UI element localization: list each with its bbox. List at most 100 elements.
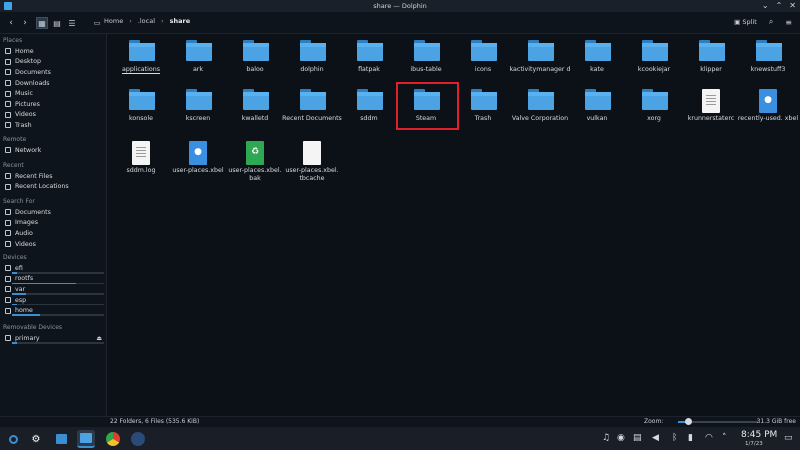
sidebar-item-images[interactable]: Images — [0, 218, 106, 229]
file-item-user-places-xbel-tbcache[interactable]: user-places.xbel. tbcache — [280, 141, 344, 187]
clock-date[interactable]: 1/7/23 — [745, 441, 763, 447]
search-icon[interactable]: ⌕ — [769, 17, 773, 27]
steam-tray-icon[interactable]: ◉ — [617, 433, 625, 443]
file-item-sddm-log[interactable]: sddm.log — [109, 141, 173, 187]
folder-up-icon[interactable]: ▭ — [92, 16, 102, 30]
file-name-label: ibus-table — [394, 66, 458, 74]
sidebar-item-videos[interactable]: Videos — [0, 110, 106, 121]
sidebar-item-documents[interactable]: Documents — [0, 67, 106, 78]
zoom-label: Zoom: — [644, 418, 664, 425]
file-name-label: knewstuff3 — [736, 66, 800, 74]
folder-item-klipper[interactable]: klipper — [679, 40, 743, 86]
folder-item-knewstuff3[interactable]: knewstuff3 — [736, 40, 800, 86]
sidebar-item-audio[interactable]: Audio — [0, 228, 106, 239]
sidebar-item-rootfs[interactable]: rootfs — [0, 274, 106, 285]
folder-item-flatpak[interactable]: flatpak — [337, 40, 401, 86]
file-item-krunnerstaterc[interactable]: krunnerstaterc — [679, 89, 743, 135]
sidebar-item-desktop[interactable]: Desktop — [0, 57, 106, 68]
file-name-text: Valve Corporation — [511, 115, 569, 122]
folder-item-sddm[interactable]: sddm — [337, 89, 401, 135]
folder-item-dolphin[interactable]: dolphin — [280, 40, 344, 86]
maximize-button[interactable]: ⌃ — [776, 1, 783, 10]
sidebar-item-documents[interactable]: Documents — [0, 207, 106, 218]
zoom-slider[interactable] — [678, 418, 758, 425]
sidebar-item-pictures[interactable]: Pictures — [0, 99, 106, 110]
folder-item-trash[interactable]: Trash — [451, 89, 515, 135]
battery-icon[interactable]: ▮ — [688, 433, 693, 443]
drive-icon — [5, 297, 11, 304]
folder-item-applications[interactable]: applications — [109, 40, 173, 86]
folder-item-baloo[interactable]: baloo — [223, 40, 287, 86]
bluetooth-icon[interactable]: ᛒ — [672, 433, 677, 443]
sidebar-item-esp[interactable]: esp — [0, 295, 106, 306]
file-item-user-places-xbel[interactable]: ● user-places.xbel — [166, 141, 230, 187]
folder-item-konsole[interactable]: konsole — [109, 89, 173, 135]
folder-item-kate[interactable]: kate — [565, 40, 629, 86]
details-view-button[interactable]: ☰ — [66, 17, 78, 29]
folder-item-kscreen[interactable]: kscreen — [166, 89, 230, 135]
sidebar-item-var[interactable]: var — [0, 284, 106, 295]
dolphin-taskbar-icon[interactable] — [77, 430, 95, 448]
icons-view-button[interactable]: ▦ — [36, 17, 48, 29]
compact-view-button[interactable]: ▤ — [51, 17, 63, 29]
sidebar-item-label: Documents — [15, 208, 51, 216]
file-name-label: Valve Corporation — [508, 115, 572, 123]
forward-button[interactable]: › — [20, 16, 30, 30]
sidebar-item-label: Downloads — [15, 79, 50, 87]
back-button[interactable]: ‹ — [6, 16, 16, 30]
close-button[interactable]: ✕ — [789, 1, 796, 10]
steamos-launcher-icon[interactable] — [4, 430, 22, 448]
clock-time[interactable]: 8:45 PM — [741, 430, 777, 440]
folder-item-kwalletd[interactable]: kwalletd — [223, 89, 287, 135]
breadcrumb-share[interactable]: share — [170, 17, 191, 25]
split-button[interactable]: ▣ Split — [734, 18, 757, 26]
system-settings-icon[interactable]: ⚙ — [27, 430, 45, 448]
file-name-label: Steam — [394, 115, 458, 123]
notification-bell-icon[interactable]: ♫ — [602, 433, 610, 443]
eject-icon[interactable]: ⏏ — [96, 335, 102, 342]
folder-item-icons[interactable]: icons — [451, 40, 515, 86]
folder-item-valve-corporation[interactable]: Valve Corporation — [508, 89, 572, 135]
sidebar-item-efi[interactable]: efi — [0, 263, 106, 274]
file-name-text: Recent Documents — [282, 115, 342, 122]
wifi-icon[interactable]: ◠ — [705, 433, 713, 443]
details-view-icon: ☰ — [68, 18, 76, 28]
file-item-user-places-xbel-bak[interactable]: ♻ user-places.xbel. bak — [223, 141, 287, 187]
sidebar-item-trash[interactable]: Trash — [0, 120, 106, 131]
sidebar-item-recent-locations[interactable]: Recent Locations — [0, 182, 106, 193]
folder-item-vulkan[interactable]: vulkan — [565, 89, 629, 135]
minimize-button[interactable]: ⌄ — [762, 1, 769, 10]
sidebar-item-home[interactable]: home — [0, 305, 106, 316]
sidebar-item-home[interactable]: Home — [0, 46, 106, 57]
sidebar-item-primary[interactable]: primary ⏏ — [0, 333, 106, 344]
discover-store-icon[interactable] — [52, 430, 70, 448]
tray-expand-icon[interactable]: ˄ — [722, 433, 727, 443]
sidebar-item-network[interactable]: Network — [0, 145, 106, 156]
steam-icon[interactable] — [129, 430, 147, 448]
sidebar-item-downloads[interactable]: Downloads — [0, 78, 106, 89]
file-name-text: recently-used. xbel — [737, 115, 799, 122]
breadcrumb-home[interactable]: Home — [104, 17, 123, 25]
sidebar-item-recent-files[interactable]: Recent Files — [0, 171, 106, 182]
zoom-slider-handle[interactable] — [684, 418, 692, 425]
hamburger-menu-icon[interactable]: ≡ — [785, 18, 792, 27]
clipboard-icon[interactable]: ▤ — [633, 433, 642, 443]
folder-item-ark[interactable]: ark — [166, 40, 230, 86]
sidebar-item-music[interactable]: Music — [0, 88, 106, 99]
folder-item-ibus-table[interactable]: ibus-table — [394, 40, 458, 86]
show-desktop-icon[interactable]: ▭ — [784, 433, 793, 443]
breadcrumb-local[interactable]: .local — [138, 17, 155, 25]
volume-icon[interactable]: ◀ — [652, 433, 659, 443]
folder-item-kactivitymanager-d[interactable]: kactivitymanager d — [508, 40, 572, 86]
file-item-recently-used-xbel[interactable]: ● recently-used. xbel — [736, 89, 800, 135]
folder-icon — [129, 40, 155, 61]
sidebar-item-videos[interactable]: Videos — [0, 239, 106, 250]
folder-item-kcookiejar[interactable]: kcookiejar — [622, 40, 686, 86]
chrome-icon[interactable] — [104, 430, 122, 448]
folder-icon — [357, 89, 383, 110]
file-name-label: vulkan — [565, 115, 629, 123]
sidebar-heading: Places — [3, 37, 23, 44]
folder-item-steam[interactable]: Steam — [394, 89, 458, 135]
folder-item-recent-documents[interactable]: Recent Documents — [280, 89, 344, 135]
folder-item-xorg[interactable]: xorg — [622, 89, 686, 135]
